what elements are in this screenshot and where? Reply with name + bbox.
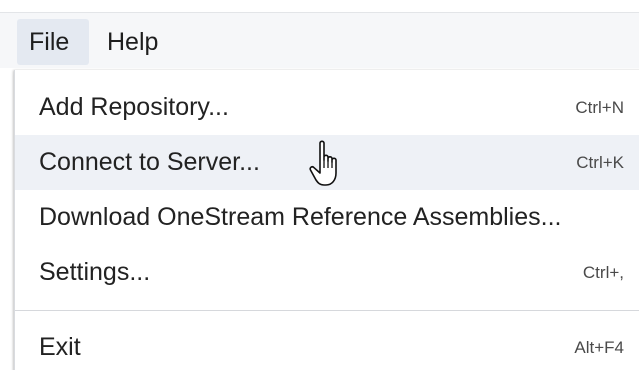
menu-item-settings[interactable]: Settings... Ctrl+, [15, 245, 639, 300]
menu-separator [15, 310, 639, 311]
menu-bar: File Help [0, 12, 639, 68]
menu-item-label: Add Repository... [39, 93, 229, 121]
menu-item-label: Connect to Server... [39, 148, 260, 176]
menu-item-exit[interactable]: Exit Alt+F4 [15, 320, 639, 370]
application-window: File Help Add Repository... Ctrl+N Conne… [0, 0, 639, 370]
hand-pointer-icon [309, 140, 337, 186]
menu-item-download-reference-assemblies[interactable]: Download OneStream Reference Assemblies.… [15, 190, 639, 245]
menu-item-label: Download OneStream Reference Assemblies.… [39, 203, 562, 231]
menu-item-shortcut: Ctrl+, [582, 263, 624, 282]
menu-file[interactable]: File [17, 19, 89, 65]
menu-item-shortcut: Ctrl+K [576, 153, 624, 172]
menu-help[interactable]: Help [95, 19, 170, 65]
menu-item-shortcut: Alt+F4 [574, 338, 624, 357]
menu-item-label: Exit [39, 333, 81, 361]
menu-item-shortcut: Ctrl+N [575, 98, 624, 117]
menu-item-label: Settings... [39, 258, 151, 286]
menu-item-add-repository[interactable]: Add Repository... Ctrl+N [15, 80, 639, 135]
file-menu-dropdown: Add Repository... Ctrl+N Connect to Serv… [14, 70, 639, 370]
